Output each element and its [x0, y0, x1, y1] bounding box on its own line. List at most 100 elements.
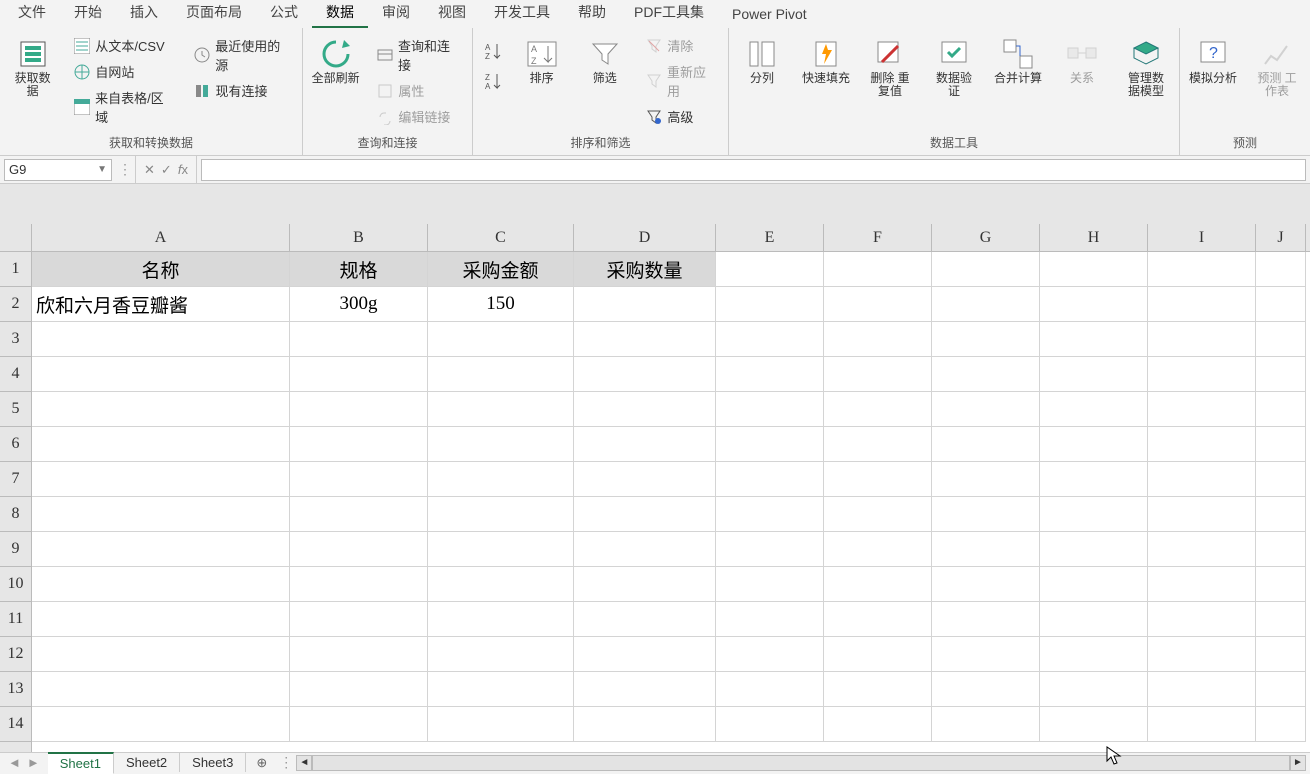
cell[interactable]: [716, 392, 824, 427]
from-text-csv-button[interactable]: 从文本/CSV: [69, 34, 179, 57]
cell[interactable]: 采购数量: [574, 252, 716, 287]
cell[interactable]: [824, 287, 932, 322]
cell[interactable]: [574, 427, 716, 462]
cell[interactable]: [824, 532, 932, 567]
cell[interactable]: [932, 427, 1040, 462]
cell[interactable]: [428, 672, 574, 707]
cell[interactable]: [290, 497, 428, 532]
column-header[interactable]: C: [428, 224, 574, 251]
sort-button[interactable]: AZ 排序: [515, 34, 568, 89]
scroll-right-icon[interactable]: ►: [1290, 755, 1306, 771]
cell[interactable]: [1040, 252, 1148, 287]
cell[interactable]: 采购金额: [428, 252, 574, 287]
cell[interactable]: [32, 357, 290, 392]
cell[interactable]: [932, 567, 1040, 602]
cell[interactable]: [1148, 287, 1256, 322]
cell[interactable]: [1256, 637, 1306, 672]
column-header[interactable]: A: [32, 224, 290, 251]
remove-duplicates-button[interactable]: 删除 重复值: [863, 34, 917, 102]
cell[interactable]: [428, 357, 574, 392]
cell[interactable]: [1256, 322, 1306, 357]
cell[interactable]: [824, 707, 932, 742]
cell[interactable]: [716, 287, 824, 322]
horizontal-scrollbar[interactable]: ◄ ►: [296, 755, 1310, 771]
cell[interactable]: [1256, 392, 1306, 427]
cell[interactable]: [1148, 357, 1256, 392]
from-web-button[interactable]: 自网站: [69, 60, 179, 83]
fx-icon[interactable]: fx: [178, 162, 188, 177]
scroll-left-icon[interactable]: ◄: [296, 755, 312, 771]
cell[interactable]: [932, 462, 1040, 497]
formula-input[interactable]: [201, 159, 1306, 181]
cell[interactable]: [574, 567, 716, 602]
select-all-corner[interactable]: [0, 224, 32, 252]
flash-fill-button[interactable]: 快速填充: [799, 34, 853, 89]
cell[interactable]: [716, 497, 824, 532]
cell[interactable]: [824, 602, 932, 637]
cell[interactable]: [32, 462, 290, 497]
cell[interactable]: [932, 322, 1040, 357]
cell[interactable]: [32, 567, 290, 602]
cell[interactable]: [1148, 707, 1256, 742]
cell[interactable]: [716, 637, 824, 672]
cell[interactable]: [290, 532, 428, 567]
cell[interactable]: [824, 427, 932, 462]
scroll-track[interactable]: [312, 755, 1290, 771]
get-data-button[interactable]: 获取数 据: [6, 34, 59, 102]
cell[interactable]: [1256, 567, 1306, 602]
cell[interactable]: [1256, 532, 1306, 567]
cell[interactable]: [1040, 567, 1148, 602]
name-box[interactable]: G9 ▼: [4, 159, 112, 181]
cell[interactable]: [1148, 602, 1256, 637]
cell[interactable]: [1148, 322, 1256, 357]
cell[interactable]: 150: [428, 287, 574, 322]
cell[interactable]: [824, 637, 932, 672]
cell[interactable]: [932, 357, 1040, 392]
cell[interactable]: [1040, 602, 1148, 637]
cell[interactable]: [1040, 427, 1148, 462]
confirm-icon[interactable]: ✓: [161, 162, 172, 178]
cell[interactable]: [716, 357, 824, 392]
spreadsheet-grid[interactable]: ABCDEFGHIJ 1234567891011121314 名称规格采购金额采…: [0, 224, 1310, 752]
sheet-tab[interactable]: Sheet3: [180, 753, 246, 772]
cell[interactable]: [1148, 567, 1256, 602]
cell[interactable]: [1040, 287, 1148, 322]
sort-asc-button[interactable]: AZ: [479, 40, 505, 62]
sheet-tab[interactable]: Sheet1: [48, 752, 114, 774]
add-sheet-button[interactable]: ⊕: [246, 755, 277, 771]
from-table-button[interactable]: 来自表格/区域: [69, 86, 179, 128]
column-header[interactable]: B: [290, 224, 428, 251]
cell[interactable]: [428, 707, 574, 742]
cell[interactable]: [428, 427, 574, 462]
cell[interactable]: [290, 707, 428, 742]
cell[interactable]: [32, 637, 290, 672]
row-header[interactable]: 6: [0, 427, 31, 462]
cell[interactable]: [32, 707, 290, 742]
cell[interactable]: [290, 427, 428, 462]
cell[interactable]: [574, 602, 716, 637]
cell[interactable]: [932, 707, 1040, 742]
data-validation-button[interactable]: 数据验 证: [927, 34, 981, 102]
cell[interactable]: [716, 532, 824, 567]
cell[interactable]: [932, 637, 1040, 672]
cell[interactable]: [574, 532, 716, 567]
tab-view[interactable]: 视图: [424, 0, 480, 28]
cell[interactable]: [1148, 392, 1256, 427]
sheet-tab[interactable]: Sheet2: [114, 753, 180, 772]
queries-connections-button[interactable]: 查询和连接: [372, 34, 466, 76]
cell[interactable]: [574, 357, 716, 392]
cell[interactable]: [1040, 672, 1148, 707]
cell[interactable]: [290, 602, 428, 637]
consolidate-button[interactable]: 合并计算: [991, 34, 1045, 89]
cell[interactable]: [1256, 287, 1306, 322]
column-header[interactable]: H: [1040, 224, 1148, 251]
what-if-button[interactable]: ? 模拟分析: [1186, 34, 1240, 89]
cell[interactable]: [716, 462, 824, 497]
data-model-button[interactable]: 管理数 据模型: [1119, 34, 1173, 102]
row-header[interactable]: 13: [0, 672, 31, 707]
cell[interactable]: [1148, 637, 1256, 672]
cell[interactable]: [290, 672, 428, 707]
cell[interactable]: 欣和六月香豆瓣酱: [32, 287, 290, 322]
cell[interactable]: 300g: [290, 287, 428, 322]
column-header[interactable]: F: [824, 224, 932, 251]
